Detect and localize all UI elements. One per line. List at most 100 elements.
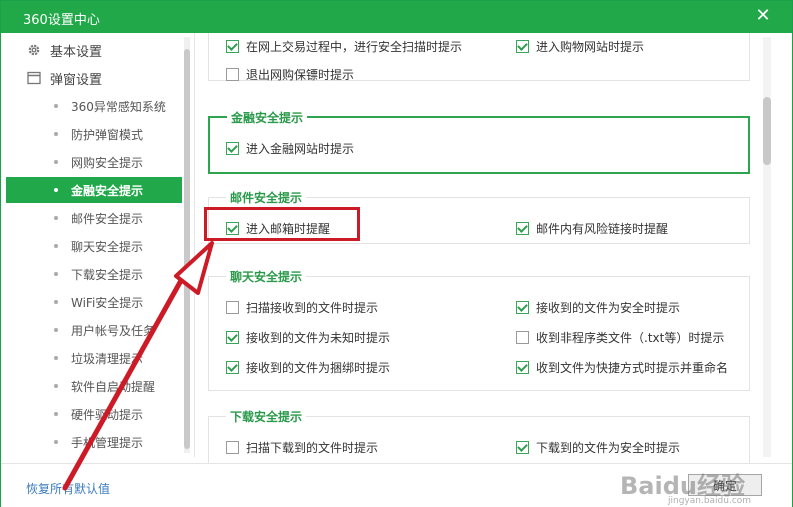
content-scroll-thumb[interactable] bbox=[763, 97, 771, 165]
bullet-icon bbox=[54, 160, 58, 164]
group-title: 金融安全提示 bbox=[227, 109, 308, 126]
sidebar-item-anomaly[interactable]: 360异常感知系统 bbox=[6, 93, 182, 119]
bullet-icon bbox=[54, 272, 58, 276]
option-shopping-enter[interactable]: 进入购物网站时提示 bbox=[516, 38, 644, 55]
window-title: 360设置中心 bbox=[23, 13, 100, 28]
option-label: 接收到的文件为捆绑时提示 bbox=[246, 361, 391, 375]
group-title: 下载安全提示 bbox=[226, 408, 307, 425]
sidebar-item-label: 弹窗设置 bbox=[50, 72, 103, 88]
sidebar-item-label: 用户帐号及任务 bbox=[71, 323, 156, 338]
option-label: 扫描接收到的文件时提示 bbox=[246, 301, 379, 315]
option-label: 退出网购保镖时提示 bbox=[246, 68, 355, 82]
group-shopping: 在网上交易过程中，进行安全扫描时提示 进入购物网站时提示 退出网购保镖时提示 bbox=[208, 33, 750, 83]
option-label: 在网上交易过程中，进行安全扫描时提示 bbox=[246, 40, 463, 54]
checkbox[interactable] bbox=[226, 40, 239, 53]
restore-defaults-link[interactable]: 恢复所有默认值 bbox=[26, 480, 110, 497]
bullet-icon bbox=[54, 328, 58, 332]
checkbox[interactable] bbox=[226, 441, 239, 454]
sidebar-item-label: 360异常感知系统 bbox=[71, 99, 166, 114]
sidebar-item-label: 聊天安全提示 bbox=[71, 239, 144, 254]
option-label: 进入购物网站时提示 bbox=[536, 40, 645, 54]
option-label: 进入金融网站时提示 bbox=[246, 142, 355, 156]
checkbox[interactable] bbox=[516, 331, 529, 344]
sidebar-item-label: WiFi安全提示 bbox=[71, 295, 144, 310]
content-scrollbar[interactable] bbox=[763, 37, 771, 457]
sidebar-item-mail[interactable]: 邮件安全提示 bbox=[6, 205, 182, 231]
checkbox[interactable] bbox=[516, 222, 529, 235]
option-chat-scan[interactable]: 扫描接收到的文件时提示 bbox=[226, 299, 378, 316]
bullet-icon bbox=[54, 132, 58, 136]
sidebar-item-junk[interactable]: 垃圾清理提示 bbox=[6, 345, 182, 371]
option-finance-enter[interactable]: 进入金融网站时提示 bbox=[226, 140, 354, 157]
option-label: 收到文件为快捷方式时提示并重命名 bbox=[536, 361, 729, 375]
sidebar-item-autostart[interactable]: 软件自启动提醒 bbox=[6, 373, 182, 399]
sidebar-item-download[interactable]: 下载安全提示 bbox=[6, 261, 182, 287]
bullet-icon bbox=[54, 188, 58, 192]
option-chat-unknown[interactable]: 接收到的文件为未知时提示 bbox=[226, 329, 390, 346]
sidebar-item-driver[interactable]: 硬件驱动提示 bbox=[6, 401, 182, 427]
checkbox[interactable] bbox=[226, 68, 239, 81]
sidebar-item-label: 防护弹窗模式 bbox=[71, 127, 144, 142]
sidebar-item-finance[interactable]: 金融安全提示 bbox=[6, 177, 182, 203]
option-label: 收到非程序类文件（.txt等）时提示 bbox=[536, 331, 725, 345]
settings-content: 在网上交易过程中，进行安全扫描时提示 进入购物网站时提示 退出网购保镖时提示 金… bbox=[195, 33, 760, 463]
sidebar: 基本设置 弹窗设置 360异常感知系统 防护弹窗模式 网购安全提示 金融安全提示… bbox=[6, 33, 184, 457]
sidebar-item-popup-mode[interactable]: 防护弹窗模式 bbox=[6, 121, 182, 147]
sidebar-item-mobile[interactable]: 手机管理提示 bbox=[6, 429, 182, 455]
option-label: 扫描下载到的文件时提示 bbox=[246, 441, 379, 455]
option-shopping-scan[interactable]: 在网上交易过程中，进行安全扫描时提示 bbox=[226, 38, 462, 55]
bullet-icon bbox=[54, 440, 58, 444]
sidebar-item-label: 手机管理提示 bbox=[71, 435, 144, 450]
sidebar-item-label: 软件自启动提醒 bbox=[71, 379, 156, 394]
option-chat-safe[interactable]: 接收到的文件为安全时提示 bbox=[516, 299, 680, 316]
group-title: 聊天安全提示 bbox=[226, 268, 307, 285]
sidebar-item-label: 邮件安全提示 bbox=[71, 211, 144, 226]
checkbox[interactable] bbox=[516, 361, 529, 374]
option-download-safe[interactable]: 下载到的文件为安全时提示 bbox=[516, 439, 680, 456]
group-title: 邮件安全提示 bbox=[226, 189, 307, 206]
highlight-box bbox=[204, 207, 360, 241]
option-label: 下载到的文件为安全时提示 bbox=[536, 441, 681, 455]
group-chat: 聊天安全提示 扫描接收到的文件时提示 接收到的文件为安全时提示 接收到的文件为未… bbox=[208, 268, 750, 391]
option-chat-bundled[interactable]: 接收到的文件为捆绑时提示 bbox=[226, 359, 390, 376]
sidebar-item-label: 垃圾清理提示 bbox=[71, 351, 144, 366]
option-label: 邮件内有风险链接时提醒 bbox=[536, 222, 669, 236]
bullet-icon bbox=[54, 244, 58, 248]
checkbox[interactable] bbox=[226, 331, 239, 344]
gear-icon bbox=[26, 42, 42, 58]
option-chat-non-program[interactable]: 收到非程序类文件（.txt等）时提示 bbox=[516, 329, 724, 346]
close-icon[interactable]: ✕ bbox=[752, 5, 774, 27]
group-download: 下载安全提示 扫描下载到的文件时提示 下载到的文件为安全时提示 bbox=[208, 408, 750, 463]
checkbox[interactable] bbox=[226, 361, 239, 374]
checkbox[interactable] bbox=[226, 301, 239, 314]
bullet-icon bbox=[54, 412, 58, 416]
checkbox[interactable] bbox=[516, 40, 529, 53]
sidebar-item-chat[interactable]: 聊天安全提示 bbox=[6, 233, 182, 259]
sidebar-scroll-thumb[interactable] bbox=[184, 49, 190, 449]
option-shopping-exit[interactable]: 退出网购保镖时提示 bbox=[226, 66, 354, 83]
option-download-scan[interactable]: 扫描下载到的文件时提示 bbox=[226, 439, 378, 456]
bullet-icon bbox=[54, 216, 58, 220]
sidebar-item-label: 基本设置 bbox=[50, 44, 103, 60]
sidebar-item-popup-settings[interactable]: 弹窗设置 bbox=[6, 64, 184, 92]
bullet-icon bbox=[54, 300, 58, 304]
sidebar-item-account[interactable]: 用户帐号及任务 bbox=[6, 317, 182, 343]
checkbox[interactable] bbox=[516, 301, 529, 314]
group-finance: 金融安全提示 进入金融网站时提示 bbox=[208, 109, 750, 174]
option-chat-shortcut[interactable]: 收到文件为快捷方式时提示并重命名 bbox=[516, 359, 728, 376]
title-bar: 360设置中心 ✕ bbox=[1, 1, 792, 33]
bullet-icon bbox=[54, 104, 58, 108]
bullet-icon bbox=[54, 384, 58, 388]
sidebar-item-basic-settings[interactable]: 基本设置 bbox=[6, 36, 184, 64]
sidebar-item-wifi[interactable]: WiFi安全提示 bbox=[6, 289, 182, 315]
sidebar-item-label: 网购安全提示 bbox=[71, 155, 144, 170]
bullet-icon bbox=[54, 356, 58, 360]
checkbox[interactable] bbox=[516, 441, 529, 454]
sidebar-item-label: 下载安全提示 bbox=[71, 267, 144, 282]
option-mail-risk-link[interactable]: 邮件内有风险链接时提醒 bbox=[516, 220, 668, 237]
settings-window: 360设置中心 ✕ 基本设置 弹窗设置 360异常感知系统 防护弹窗模式 网购安… bbox=[0, 0, 793, 507]
sidebar-item-shopping[interactable]: 网购安全提示 bbox=[6, 149, 182, 175]
option-label: 接收到的文件为安全时提示 bbox=[536, 301, 681, 315]
checkbox[interactable] bbox=[226, 142, 239, 155]
sidebar-scrollbar[interactable] bbox=[184, 37, 190, 453]
